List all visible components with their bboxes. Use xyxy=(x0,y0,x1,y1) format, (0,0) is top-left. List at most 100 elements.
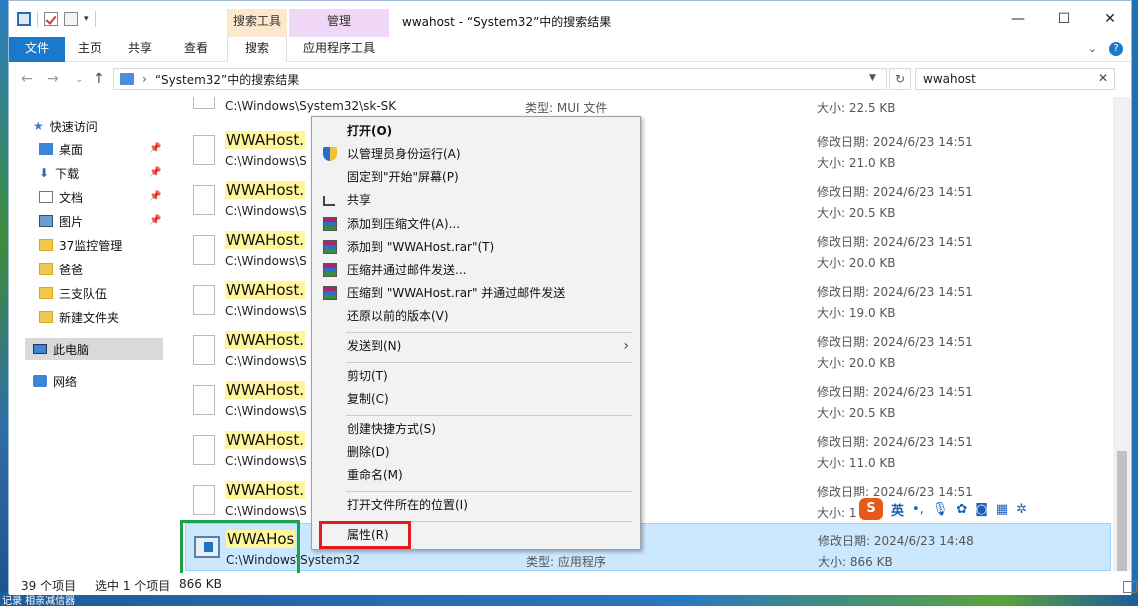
tab-view[interactable]: 查看 xyxy=(173,37,219,62)
vertical-scrollbar[interactable] xyxy=(1113,97,1131,571)
highlight-green-box xyxy=(180,520,300,579)
expand-ribbon-chevron-icon[interactable]: ⌄ xyxy=(1088,42,1097,56)
tab-file[interactable]: 文件 xyxy=(9,37,65,62)
quick-access-toolbar: ▾ xyxy=(17,11,96,27)
menu-compress-and-email[interactable]: 压缩并通过邮件发送... xyxy=(313,259,639,282)
large-icons-view-icon[interactable] xyxy=(1123,581,1137,593)
tab-search[interactable]: 搜索 xyxy=(227,37,287,62)
file-icon xyxy=(193,235,215,265)
file-name: WWAHost. xyxy=(225,331,306,349)
tab-app-tools[interactable]: 应用程序工具 xyxy=(289,37,389,62)
close-button[interactable]: ✕ xyxy=(1087,1,1133,37)
folder-icon xyxy=(39,263,53,275)
file-date: 修改日期: 2024/6/23 14:51 xyxy=(817,285,973,299)
nav-item-pictures[interactable]: 图片 xyxy=(39,210,83,232)
menu-open[interactable]: 打开(O) xyxy=(313,120,639,143)
breadcrumb-chevron-icon[interactable]: › xyxy=(142,72,147,86)
sogou-logo-icon[interactable]: S xyxy=(859,498,883,520)
winrar-icon xyxy=(323,217,337,231)
menu-delete[interactable]: 删除(D) xyxy=(313,441,639,464)
up-arrow-icon[interactable]: ↑ xyxy=(93,71,105,87)
computer-icon xyxy=(33,344,47,354)
nav-item-documents[interactable]: 文档 xyxy=(39,186,83,208)
properties-quick-icon[interactable] xyxy=(44,12,58,26)
file-path: C:\Windows\System32\sk-SK xyxy=(225,99,397,113)
back-arrow-icon[interactable]: ← xyxy=(21,71,33,87)
nav-item-new-folder[interactable]: 新建文件夹 xyxy=(39,306,119,328)
pictures-icon xyxy=(39,215,53,227)
menu-open-file-location[interactable]: 打开文件所在的位置(I) xyxy=(313,494,639,517)
menu-copy[interactable]: 复制(C) xyxy=(313,388,639,411)
search-input[interactable]: wwahost ✕ xyxy=(915,68,1115,90)
toolbox-icon[interactable]: ▦ xyxy=(996,502,1008,517)
new-folder-quick-icon[interactable] xyxy=(64,12,78,26)
gamepad-icon[interactable]: ◙ xyxy=(975,502,988,517)
help-icon[interactable]: ? xyxy=(1109,42,1123,56)
menu-add-to-rar[interactable]: 添加到 "WWAHost.rar"(T) xyxy=(313,236,639,259)
ime-toolbar: S 英 •, 🎙 ✿ ◙ ▦ ✲ xyxy=(857,496,1087,522)
nav-network[interactable]: 网络 xyxy=(33,370,77,392)
file-path: C:\Windows\S xyxy=(225,504,307,518)
ribbon-tabs: 文件 主页 共享 查看 搜索 应用程序工具 ⌄ ? xyxy=(9,37,1131,62)
file-date: 修改日期: 2024/6/23 14:51 xyxy=(817,385,973,399)
selection-count: 选中 1 个项目 xyxy=(95,579,171,593)
nav-item-downloads[interactable]: ⬇ 下载 xyxy=(39,162,79,184)
desktop-icon xyxy=(39,143,53,155)
menu-add-to-archive[interactable]: 添加到压缩文件(A)... xyxy=(313,213,639,236)
ime-language-toggle[interactable]: 英 xyxy=(891,500,904,519)
clear-search-icon[interactable]: ✕ xyxy=(1098,71,1108,85)
pin-icon[interactable]: 📌 xyxy=(149,167,161,178)
menu-create-shortcut[interactable]: 创建快捷方式(S) xyxy=(313,418,639,441)
item-count: 39 个项目 xyxy=(21,579,77,593)
menu-compress-rar-and-email[interactable]: 压缩到 "WWAHost.rar" 并通过邮件发送 xyxy=(313,282,639,305)
file-path: C:\Windows\S xyxy=(225,354,307,368)
nav-item-folder-teams[interactable]: 三支队伍 xyxy=(39,282,107,304)
desktop-background-left xyxy=(0,0,8,606)
winrar-icon xyxy=(323,263,337,277)
file-name: WWAHost. xyxy=(225,431,306,449)
address-row: ← → ⌄ ↑ › “System32”中的搜索结果 ▼ ↻ wwahost ✕ xyxy=(9,63,1131,95)
forward-arrow-icon[interactable]: → xyxy=(47,71,59,87)
folder-icon xyxy=(39,287,53,299)
uac-shield-icon xyxy=(323,147,337,161)
recent-locations-chevron-icon[interactable]: ⌄ xyxy=(75,74,83,85)
pin-icon[interactable]: 📌 xyxy=(149,215,161,226)
file-icon xyxy=(193,135,215,165)
menu-cut[interactable]: 剪切(T) xyxy=(313,365,639,388)
winrar-icon xyxy=(323,240,337,254)
nav-quick-access[interactable]: ★ 快速访问 xyxy=(33,115,98,137)
skin-icon[interactable]: ✿ xyxy=(956,502,967,517)
menu-run-as-admin[interactable]: 以管理员身份运行(A) xyxy=(313,143,639,166)
nav-item-folder-37[interactable]: 37监控管理 xyxy=(39,234,122,256)
pin-icon[interactable]: 📌 xyxy=(149,143,161,154)
menu-pin-to-start[interactable]: 固定到"开始"屏幕(P) xyxy=(313,166,639,189)
settings-icon[interactable]: ✲ xyxy=(1016,502,1027,517)
nav-this-pc[interactable]: 此电脑 xyxy=(25,338,163,360)
customize-toolbar-chevron-icon[interactable]: ▾ xyxy=(84,14,89,24)
file-icon xyxy=(193,185,215,215)
microphone-icon[interactable]: 🎙 xyxy=(932,502,949,517)
minimize-button[interactable]: — xyxy=(995,1,1041,37)
nav-item-desktop[interactable]: 桌面 xyxy=(39,138,83,160)
file-size: 大小: 20.0 KB xyxy=(817,256,896,270)
menu-rename[interactable]: 重命名(M) xyxy=(313,464,639,487)
menu-share[interactable]: 共享 xyxy=(313,189,639,212)
selection-size: 866 KB xyxy=(179,577,222,591)
scrollbar-thumb[interactable] xyxy=(1117,451,1127,571)
nav-item-folder-dad[interactable]: 爸爸 xyxy=(39,258,83,280)
address-path: “System32”中的搜索结果 xyxy=(154,72,300,87)
refresh-icon[interactable]: ↻ xyxy=(889,68,911,90)
file-icon xyxy=(193,285,215,315)
tab-home[interactable]: 主页 xyxy=(67,37,113,62)
menu-restore-previous-versions[interactable]: 还原以前的版本(V) xyxy=(313,305,639,328)
maximize-button[interactable]: ☐ xyxy=(1041,1,1087,37)
window-title: wwahost - “System32”中的搜索结果 xyxy=(402,15,612,29)
address-bar[interactable]: › “System32”中的搜索结果 xyxy=(113,68,887,90)
network-icon xyxy=(33,375,47,387)
menu-send-to[interactable]: 发送到(N) › xyxy=(313,335,639,358)
pin-icon[interactable]: 📌 xyxy=(149,191,161,202)
punctuation-icon[interactable]: •, xyxy=(912,502,924,517)
file-name: WWAHost. xyxy=(225,381,306,399)
address-dropdown-chevron-icon[interactable]: ▼ xyxy=(869,73,876,83)
tab-share[interactable]: 共享 xyxy=(117,37,163,62)
